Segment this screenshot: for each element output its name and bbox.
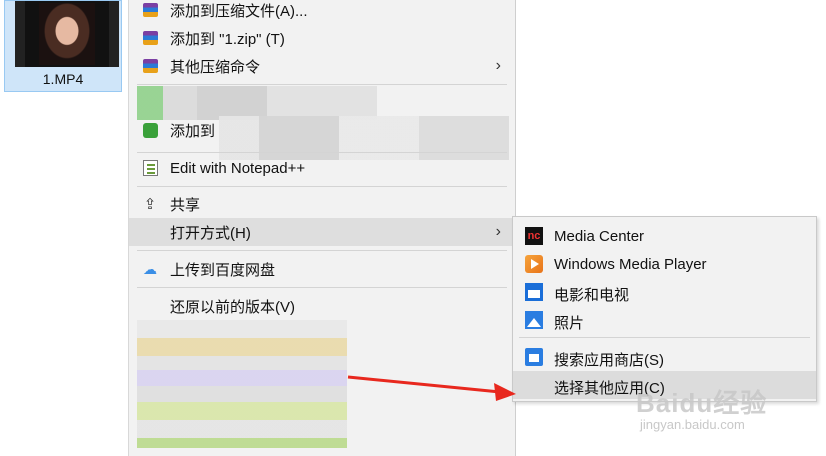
- baidu-watermark: Baidu经验: [636, 388, 768, 418]
- baidu-watermark-url: jingyan.baidu.com: [640, 417, 745, 432]
